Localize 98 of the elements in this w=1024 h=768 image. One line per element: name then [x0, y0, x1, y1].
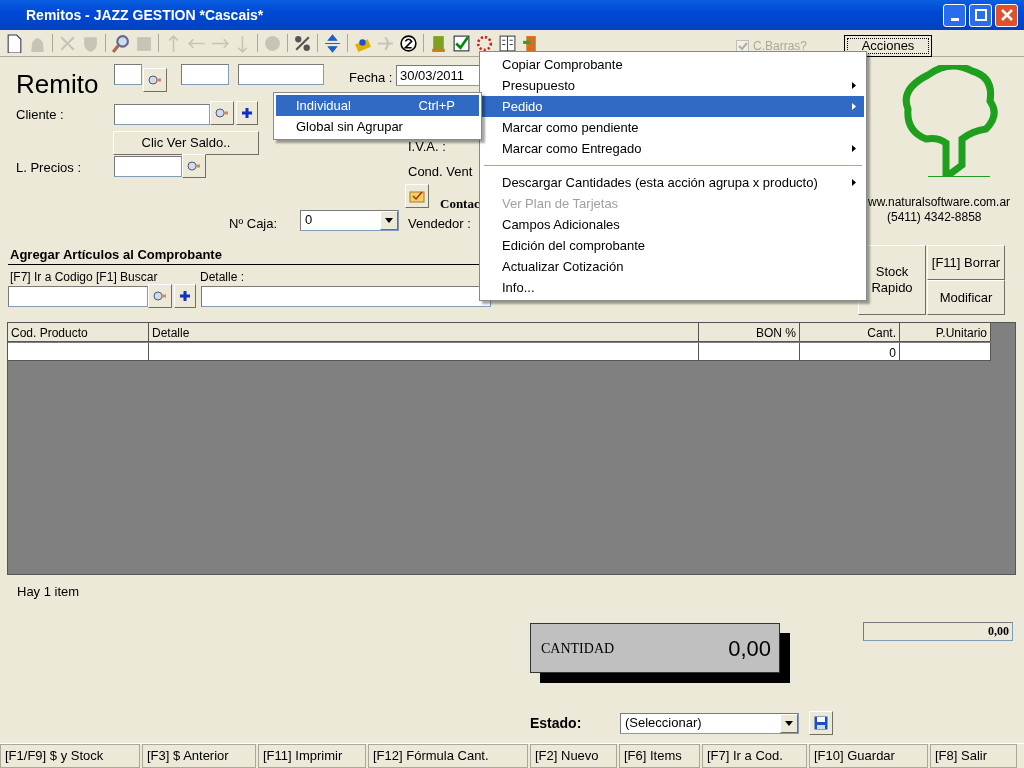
- number-field[interactable]: [181, 64, 229, 85]
- plus-icon: [242, 108, 252, 118]
- function-key-button[interactable]: [F11] Imprimir: [258, 744, 366, 768]
- quantity-value: 0,00: [728, 634, 771, 663]
- magnifier-icon: [153, 290, 167, 302]
- columns-icon[interactable]: [498, 33, 517, 53]
- client-field[interactable]: [114, 104, 210, 125]
- function-key-button[interactable]: [F12] Fórmula Cant.: [368, 744, 528, 768]
- cash-register-select[interactable]: 0: [300, 210, 399, 231]
- up-down-arrows-icon[interactable]: [323, 33, 342, 53]
- plus-icon: [180, 291, 190, 301]
- lookup-button[interactable]: [148, 284, 172, 308]
- checkbox-label: C.Barras?: [753, 38, 808, 55]
- add-button[interactable]: [174, 284, 196, 308]
- lookup-button[interactable]: [210, 101, 234, 125]
- function-key-button[interactable]: [F2] Nuevo: [530, 744, 617, 768]
- minimize-button[interactable]: [943, 3, 966, 27]
- table-cell: 0: [800, 343, 900, 361]
- field-label: Cliente :: [16, 106, 64, 124]
- field-label: Cond. Vent: [408, 163, 473, 181]
- magnifier-icon: [215, 107, 229, 119]
- select-value: (Seleccionar): [624, 714, 703, 732]
- dropdown-icon: [385, 218, 393, 223]
- folder-button[interactable]: [405, 184, 429, 208]
- detail-field[interactable]: [201, 286, 491, 307]
- dropdown-icon: [785, 721, 793, 726]
- book-icon[interactable]: [429, 33, 448, 53]
- number-icon[interactable]: [399, 33, 418, 53]
- page-icon[interactable]: [5, 33, 24, 53]
- number-field[interactable]: [238, 64, 324, 85]
- delete-button[interactable]: [F11] Borrar: [927, 245, 1005, 280]
- close-icon: [1000, 9, 1013, 21]
- function-key-button[interactable]: [F6] Items: [619, 744, 700, 768]
- function-key-button[interactable]: [F10] Guardar: [809, 744, 928, 768]
- field-label: Nº Caja:: [229, 215, 278, 233]
- status-select[interactable]: (Seleccionar): [620, 713, 799, 734]
- column-header: Cod. Producto: [8, 323, 149, 342]
- magnifier-icon: [148, 74, 162, 86]
- maximize-icon: [974, 9, 987, 21]
- function-key-button[interactable]: [F3] $ Anterior: [142, 744, 256, 768]
- function-key-button[interactable]: [F7] Ir a Cod.: [702, 744, 807, 768]
- submenu-arrow-icon: [852, 179, 856, 186]
- save-icon: [814, 716, 828, 730]
- add-button[interactable]: [236, 101, 258, 125]
- column-header: BON %: [699, 323, 800, 342]
- code-field[interactable]: [114, 64, 142, 85]
- field-label: Detalle :: [200, 269, 245, 286]
- item-count: Hay 1 item: [17, 583, 80, 601]
- magnifier-icon: [187, 160, 201, 172]
- field-label: Vendedor :: [408, 215, 471, 233]
- ring-icon[interactable]: [475, 33, 494, 53]
- website-link[interactable]: ww.naturalsoftware.com.ar: [868, 193, 1011, 211]
- lookup-button[interactable]: [143, 68, 167, 92]
- edit-button[interactable]: Modificar: [927, 280, 1005, 315]
- folder-check-icon: [409, 189, 425, 203]
- minimize-icon: [950, 17, 959, 21]
- save-button[interactable]: [809, 711, 833, 735]
- menu-item[interactable]: Campos Adicionales: [482, 214, 864, 235]
- menu-item[interactable]: Copiar Comprobante: [482, 54, 864, 75]
- column-header: Detalle: [149, 323, 699, 342]
- submenu-arrow-icon: [852, 82, 856, 89]
- checkbox-icon[interactable]: [452, 33, 471, 53]
- field-label: I.V.A. :: [408, 138, 446, 156]
- quantity-label: CANTIDAD: [541, 639, 615, 658]
- acciones-button[interactable]: Acciones: [844, 35, 932, 57]
- section-title: Agregar Artículos al Comprobante: [10, 246, 222, 264]
- column-header: P.Unitario: [900, 323, 991, 342]
- menu-item[interactable]: Pedido: [482, 96, 864, 117]
- search-icon[interactable]: [111, 33, 130, 53]
- menu-item[interactable]: Marcar como pendiente: [482, 117, 864, 138]
- field-label: Fecha :: [349, 69, 393, 87]
- menu-item[interactable]: Presupuesto: [482, 75, 864, 96]
- total-field: 0,00: [863, 622, 1013, 641]
- function-key-button[interactable]: [F1/F9] $ y Stock: [0, 744, 140, 768]
- select-value: 0: [304, 211, 314, 229]
- code-field[interactable]: [8, 286, 148, 307]
- price-list-field[interactable]: [114, 156, 182, 177]
- maximize-button[interactable]: [969, 3, 992, 27]
- form-heading: Remito: [16, 68, 99, 101]
- menu-item[interactable]: Marcar como Entregado: [482, 138, 864, 159]
- column-header: Cant.: [800, 323, 900, 342]
- menu-item[interactable]: Global sin Agrupar: [276, 116, 479, 137]
- field-label: Estado:: [530, 714, 582, 733]
- submenu-arrow-icon: [852, 145, 856, 152]
- phone-number: (5411) 4342-8858: [887, 209, 982, 226]
- menu-item[interactable]: Individual Ctrl+P: [276, 95, 479, 116]
- close-button[interactable]: [995, 3, 1018, 27]
- menu-item[interactable]: Descargar Cantidades (esta acción agrupa x producto): [482, 172, 864, 193]
- percent-icon[interactable]: [293, 33, 312, 53]
- submenu-arrow-icon: [852, 103, 856, 110]
- lookup-button[interactable]: [182, 154, 206, 178]
- date-field[interactable]: 30/03/2011: [396, 65, 480, 86]
- field-label: Contac: [440, 195, 480, 213]
- field-label: [F7] Ir a Codigo [F1] Buscar: [10, 269, 158, 286]
- function-key-button[interactable]: [F8] Salir: [930, 744, 1017, 768]
- window-title: Remitos - JAZZ GESTION *Cascais*: [26, 5, 265, 25]
- balance-button[interactable]: Clic Ver Saldo..: [113, 131, 259, 155]
- field-label: L. Precios :: [16, 159, 82, 177]
